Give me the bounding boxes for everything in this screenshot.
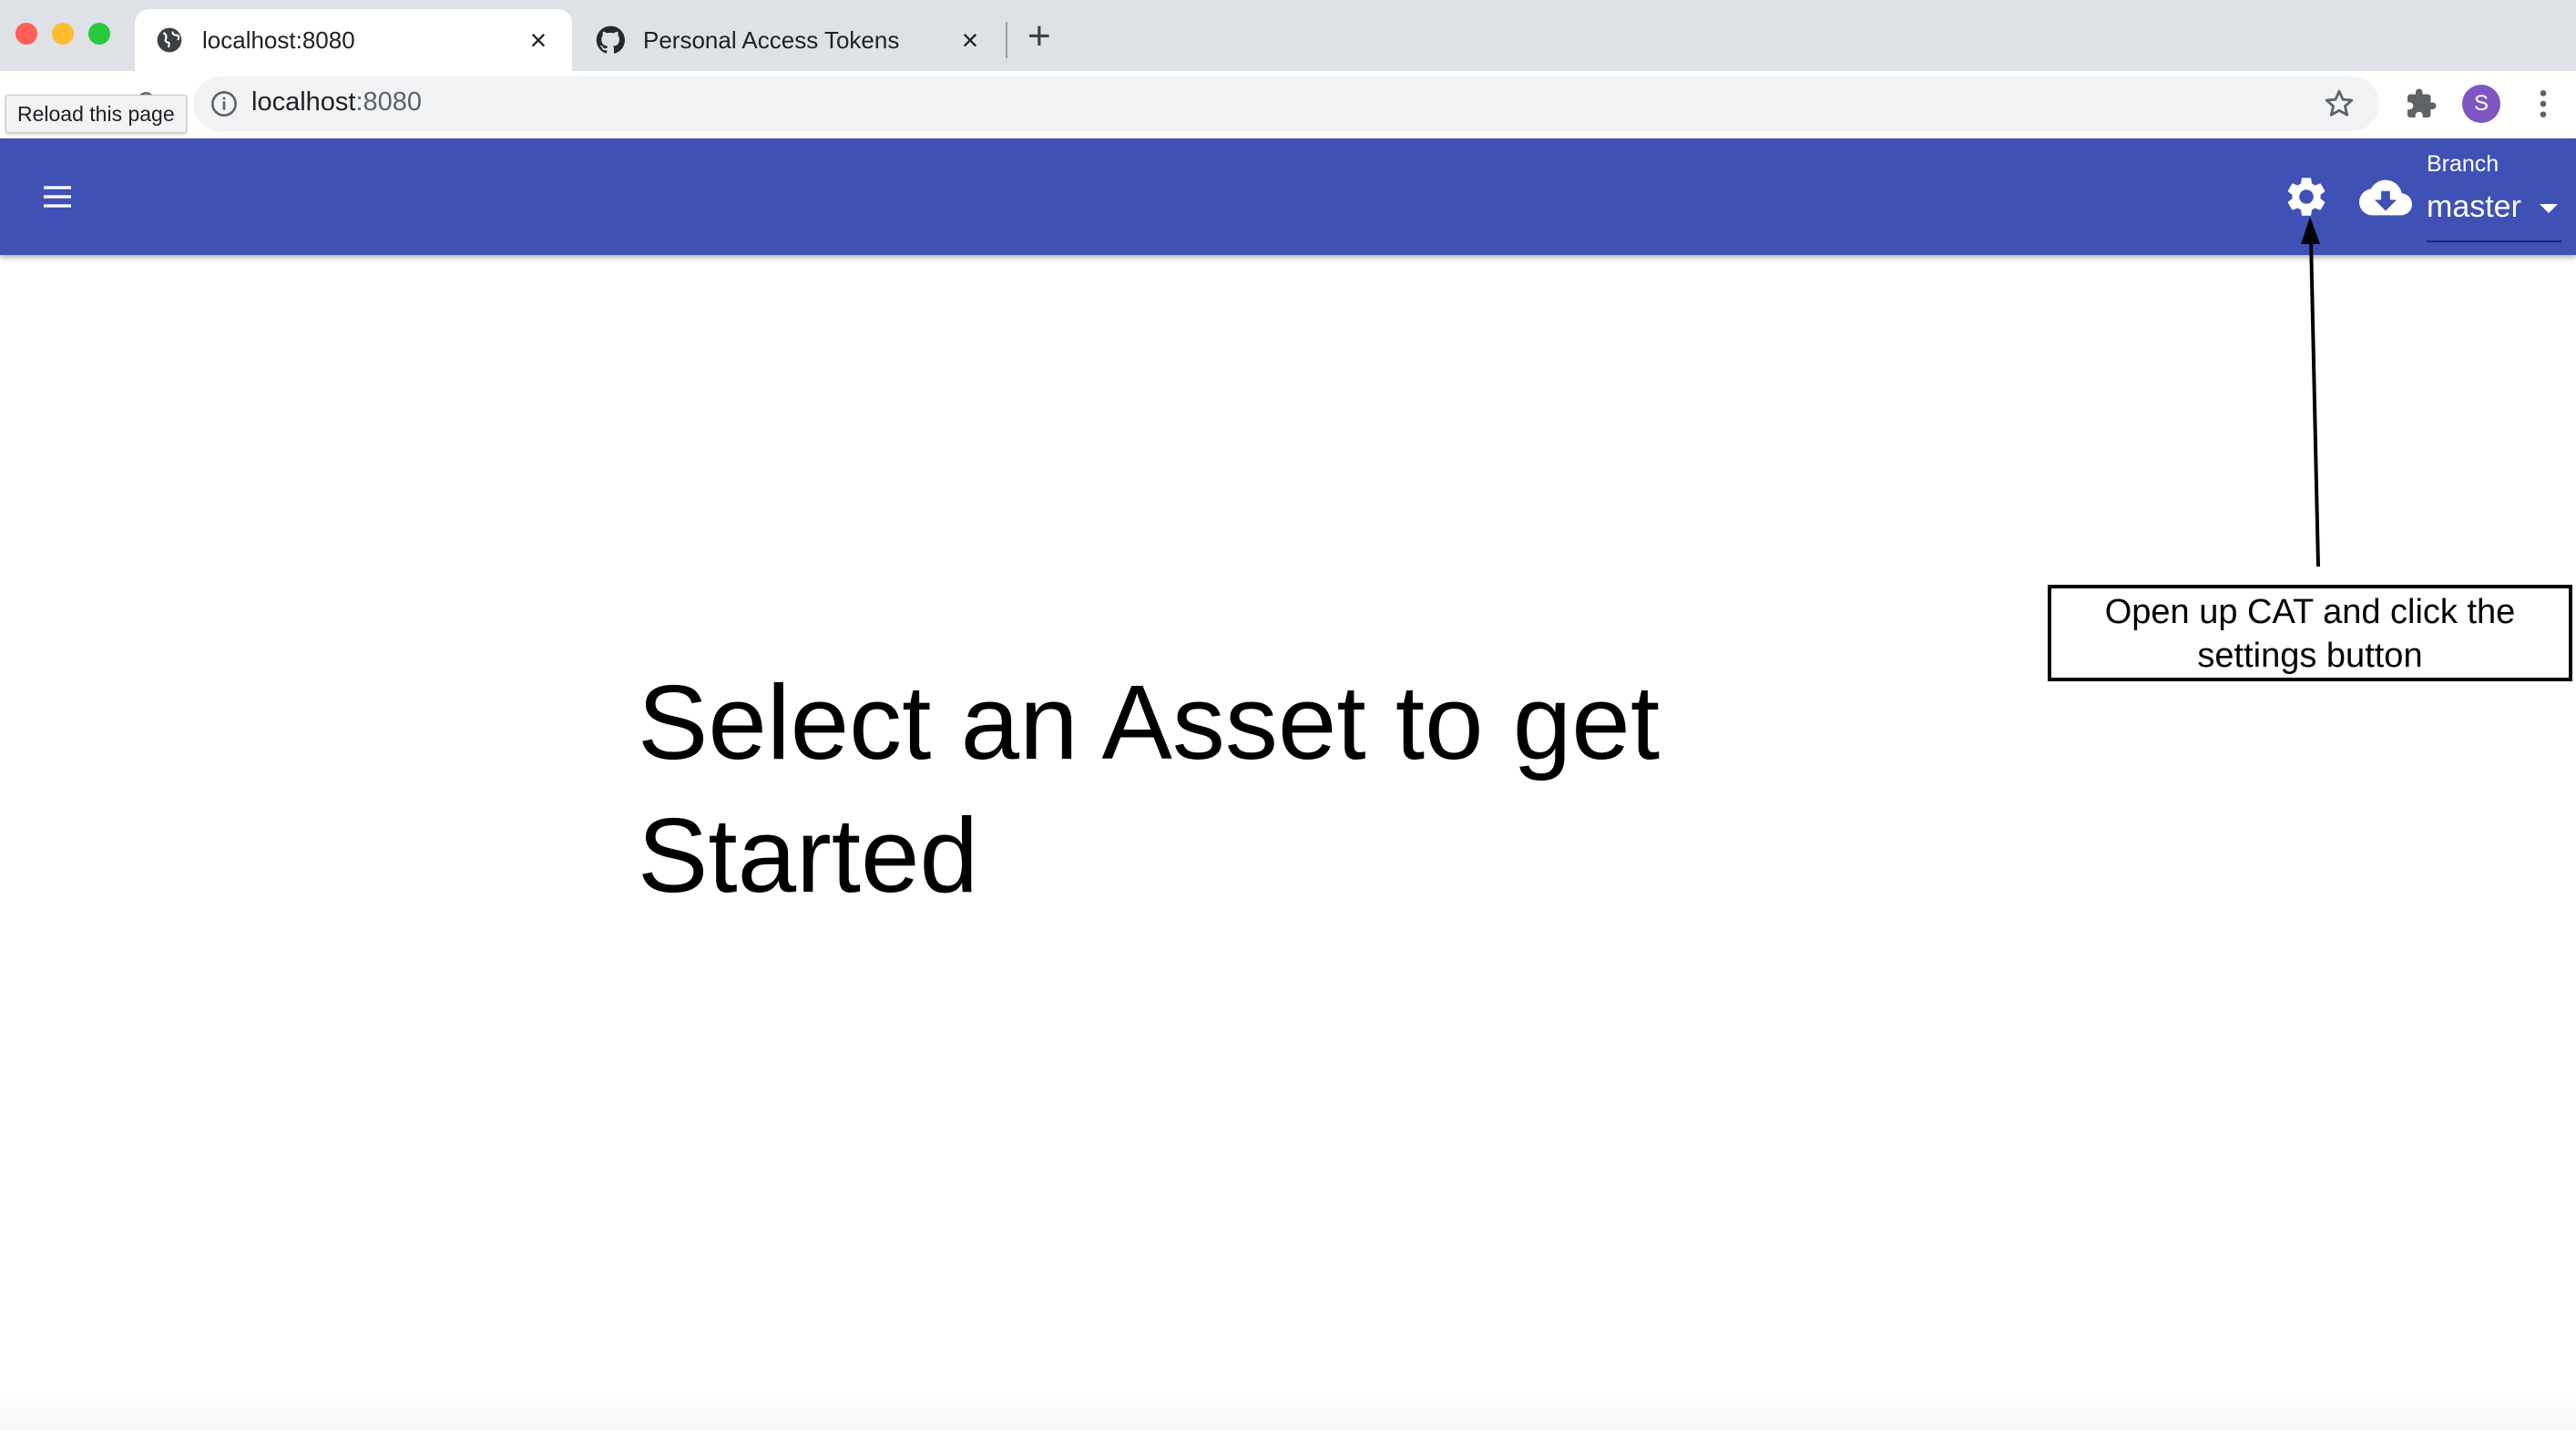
info-icon[interactable]	[210, 89, 239, 118]
settings-gear-icon[interactable]	[2283, 173, 2330, 220]
annotation-arrow-icon	[2301, 217, 2320, 567]
tab-divider	[1006, 22, 1007, 58]
menu-icon[interactable]	[36, 179, 78, 215]
browser-toolbar: ‹ › ⟳ localhost:8080 S	[0, 71, 2576, 138]
address-bar[interactable]: localhost:8080	[193, 77, 2379, 131]
reload-tooltip: Reload this page	[5, 95, 187, 133]
branch-value: master	[2427, 189, 2521, 224]
bookmark-star-icon[interactable]	[2323, 87, 2356, 120]
url-host: localhost	[251, 87, 356, 117]
url-port: :8080	[355, 87, 423, 117]
browser-tab-strip: localhost:8080 × Personal Access Tokens …	[0, 0, 2576, 71]
page-bottom-edge	[0, 1394, 2576, 1430]
profile-avatar[interactable]: S	[2462, 85, 2500, 123]
globe-icon	[157, 27, 182, 53]
tab-close-icon[interactable]: ×	[525, 26, 552, 55]
window-close-button[interactable]	[15, 23, 37, 45]
tab-title: localhost:8080	[202, 26, 355, 54]
tab-close-icon[interactable]: ×	[956, 26, 984, 55]
annotation-callout: Open up CAT and click the settings butto…	[2048, 585, 2572, 681]
github-icon	[596, 26, 625, 54]
more-vert-icon[interactable]	[2525, 86, 2561, 122]
extensions-icon[interactable]	[2405, 87, 2438, 120]
app-bar: Branch master	[0, 138, 2576, 255]
tab-localhost[interactable]: localhost:8080 ×	[135, 9, 572, 71]
select-underline	[2427, 240, 2561, 242]
cloud-download-icon[interactable]	[2359, 171, 2412, 224]
tab-personal-access-tokens[interactable]: Personal Access Tokens ×	[576, 9, 1004, 71]
tab-title: Personal Access Tokens	[643, 26, 900, 54]
url-text: localhost:8080	[251, 87, 422, 117]
branch-select[interactable]: Branch master	[2427, 151, 2561, 242]
window-minimize-button[interactable]	[52, 23, 74, 45]
window-maximize-button[interactable]	[88, 23, 110, 45]
new-tab-button[interactable]: +	[1027, 16, 1051, 56]
branch-label: Branch	[2427, 151, 2499, 177]
empty-state-heading: Select an Asset to get Started	[638, 663, 1661, 914]
dropdown-arrow-icon	[2540, 204, 2558, 213]
